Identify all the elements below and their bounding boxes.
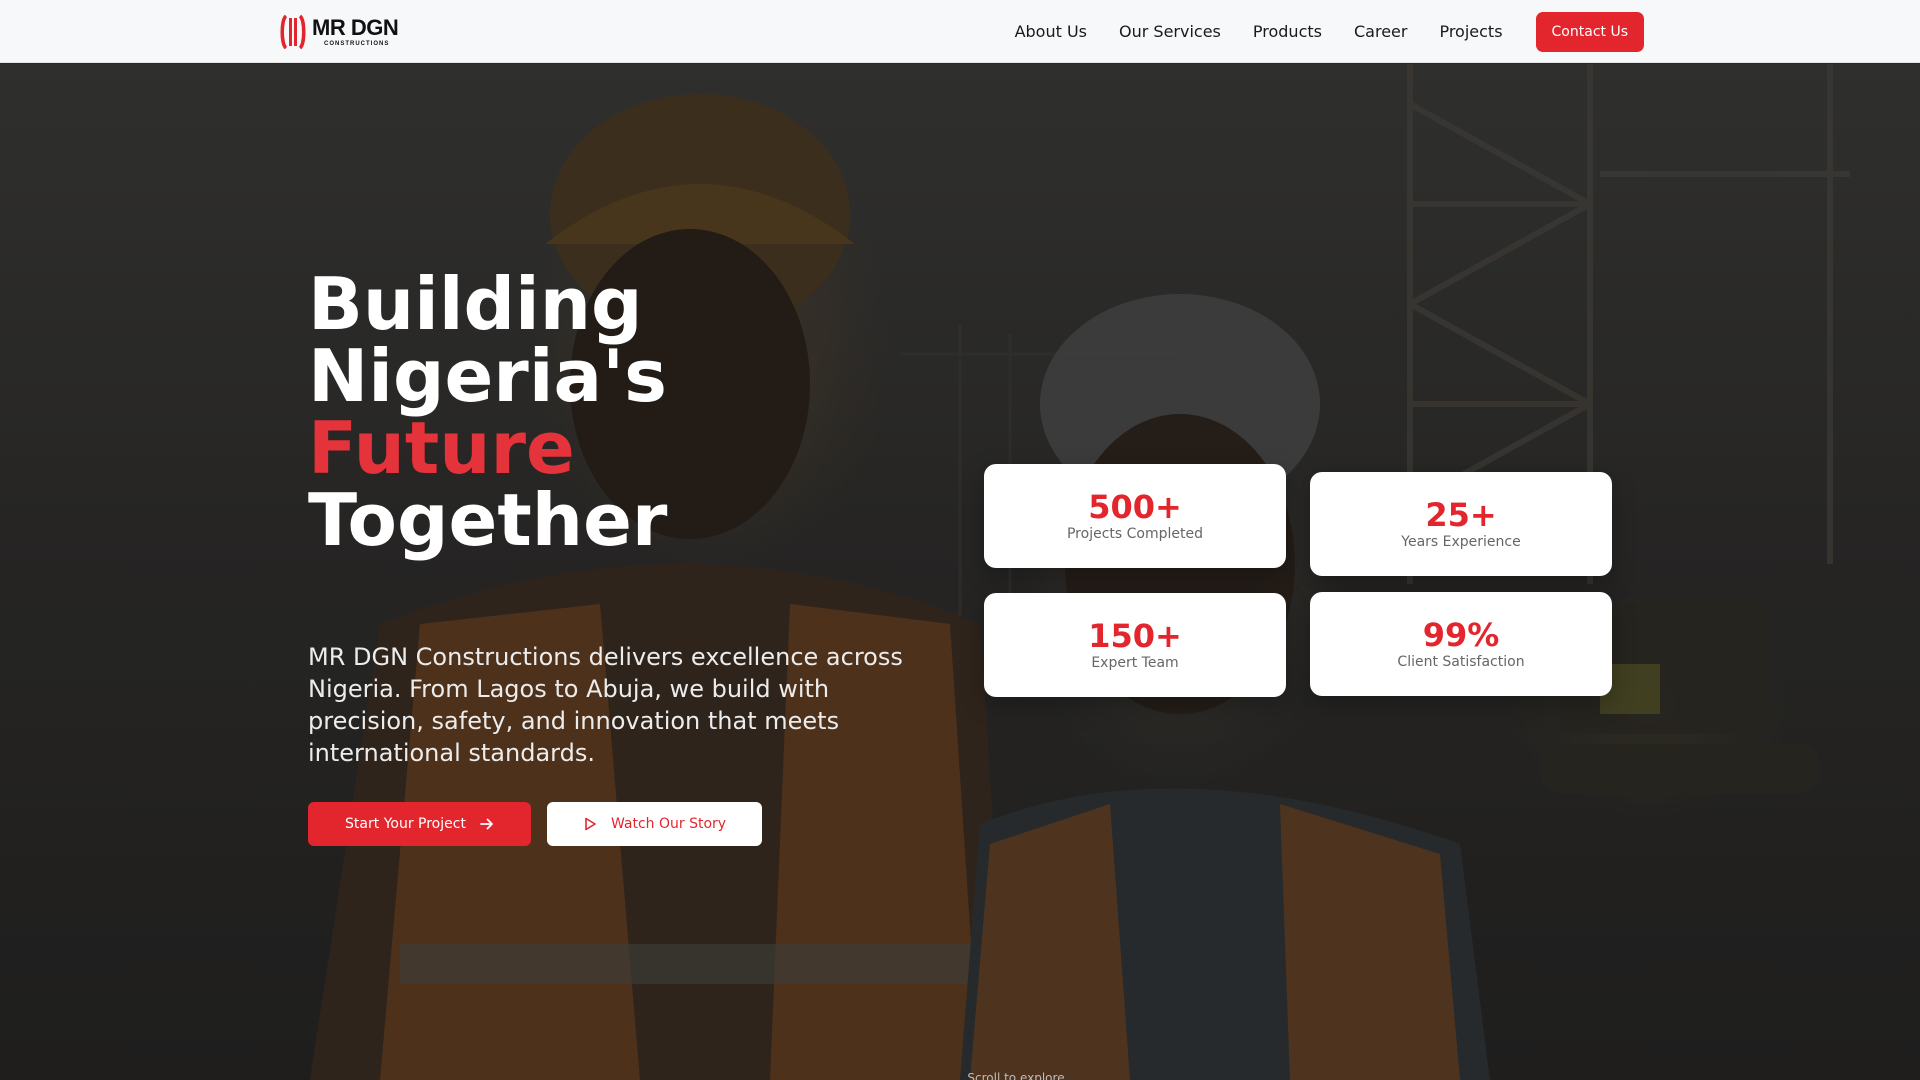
hero-section [0,64,1920,1080]
stat-label: Projects Completed [1066,526,1203,542]
stat-label: Client Satisfaction [1397,654,1525,670]
nav-projects[interactable]: Projects [1439,22,1502,41]
stat-card-experience: 25+ Years Experience [1310,472,1612,576]
stat-card-projects: 500+ Projects Completed [984,464,1286,568]
contact-us-button[interactable]: Contact Us [1535,11,1644,52]
play-icon [585,817,596,831]
stat-value: 99% [1422,616,1500,654]
logo-title: MR DGN [312,15,399,40]
stat-label: Years Experience [1401,534,1521,550]
watch-our-story-button[interactable]: Watch Our Story [547,802,762,846]
headline-line-together: Together [308,478,668,562]
headline-line-building: Building [308,262,643,346]
brand-logo[interactable]: MR DGN CONSTRUCTIONS [278,13,399,51]
headline-accent-future: Future [308,406,575,490]
logo-subtitle: CONSTRUCTIONS [324,41,390,47]
watch-story-label: Watch Our Story [610,816,727,832]
nav-about-us[interactable]: About Us [1015,22,1087,41]
hero-headline: Building Nigeria's Future Together [308,268,667,556]
main-nav: About Us Our Services Products Career Pr… [1015,0,1644,63]
stat-value: 25+ [1425,496,1497,534]
stat-card-satisfaction: 99% Client Satisfaction [1310,592,1612,696]
arrow-right-icon [480,818,493,830]
headline-line-nigerias: Nigeria's [308,334,667,418]
stat-value: 500+ [1088,488,1182,526]
nav-products[interactable]: Products [1253,22,1322,41]
stat-value: 150+ [1088,617,1182,655]
stat-label: Expert Team [1091,655,1179,671]
logo-mark-icon [280,14,306,50]
nav-our-services[interactable]: Our Services [1119,22,1221,41]
site-header: MR DGN CONSTRUCTIONS About Us Our Servic… [0,0,1920,63]
scroll-hint[interactable]: Scroll to explore [0,1071,1920,1080]
start-your-project-button[interactable]: Start Your Project [308,802,531,846]
start-project-label: Start Your Project [345,816,466,832]
nav-career[interactable]: Career [1354,22,1407,41]
stat-card-team: 150+ Expert Team [984,593,1286,697]
hero-description: MR DGN Constructions delivers excellence… [308,643,903,767]
hero-dark-overlay [0,64,1920,1080]
